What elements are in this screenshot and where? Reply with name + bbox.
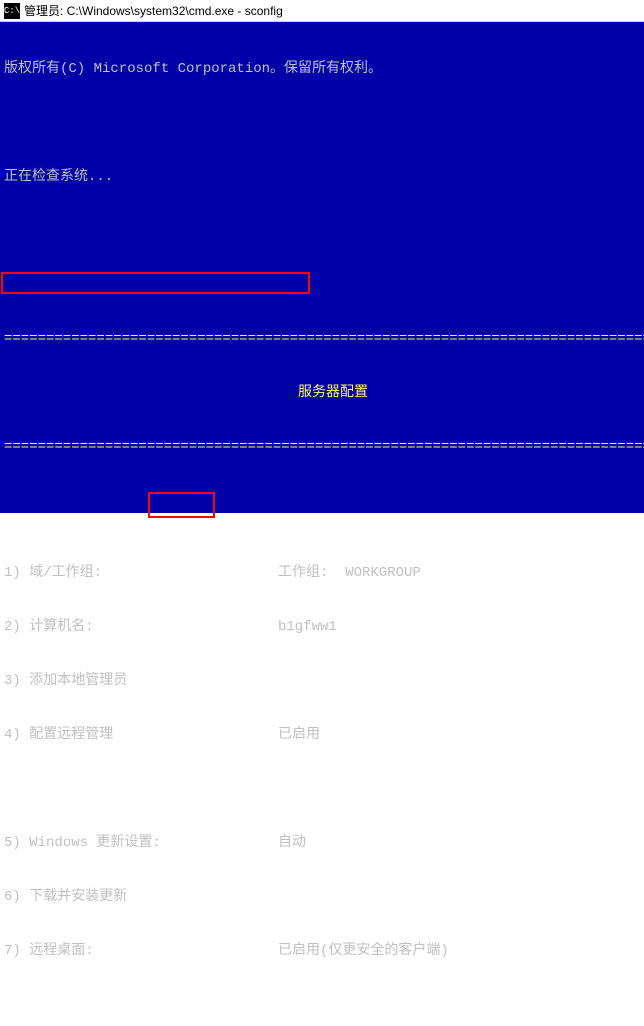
menu-item-2: 2) 计算机名:b1gfww1 <box>4 618 640 636</box>
cmd-icon: C:\ <box>4 3 20 19</box>
console-area[interactable]: 版权所有(C) Microsoft Corporation。保留所有权利。 正在… <box>0 22 644 513</box>
blank-line <box>4 276 640 294</box>
checking-line: 正在检查系统... <box>4 168 640 186</box>
menu-item-5: 5) Windows 更新设置:自动 <box>4 834 640 852</box>
header-line: 服务器配置 <box>4 384 640 402</box>
window-titlebar: C:\ 管理员: C:\Windows\system32\cmd.exe - s… <box>0 0 644 22</box>
blank-line <box>4 222 640 240</box>
menu-item-4: 4) 配置远程管理已启用 <box>4 726 640 744</box>
menu-item-7: 7) 远程桌面:已启用(仅更安全的客户端) <box>4 942 640 960</box>
copyright-line: 版权所有(C) Microsoft Corporation。保留所有权利。 <box>4 60 640 78</box>
menu-item-3: 3) 添加本地管理员 <box>4 672 640 690</box>
divider-top: ========================================… <box>4 330 640 348</box>
window-title: 管理员: C:\Windows\system32\cmd.exe - sconf… <box>24 2 283 19</box>
blank-line <box>4 492 640 510</box>
blank-line <box>4 114 640 132</box>
blank-line <box>4 996 640 1014</box>
divider-bottom: ========================================… <box>4 438 640 456</box>
menu-item-1: 1) 域/工作组:工作组: WORKGROUP <box>4 564 640 582</box>
menu-item-6: 6) 下载并安装更新 <box>4 888 640 906</box>
blank-line <box>4 780 640 798</box>
